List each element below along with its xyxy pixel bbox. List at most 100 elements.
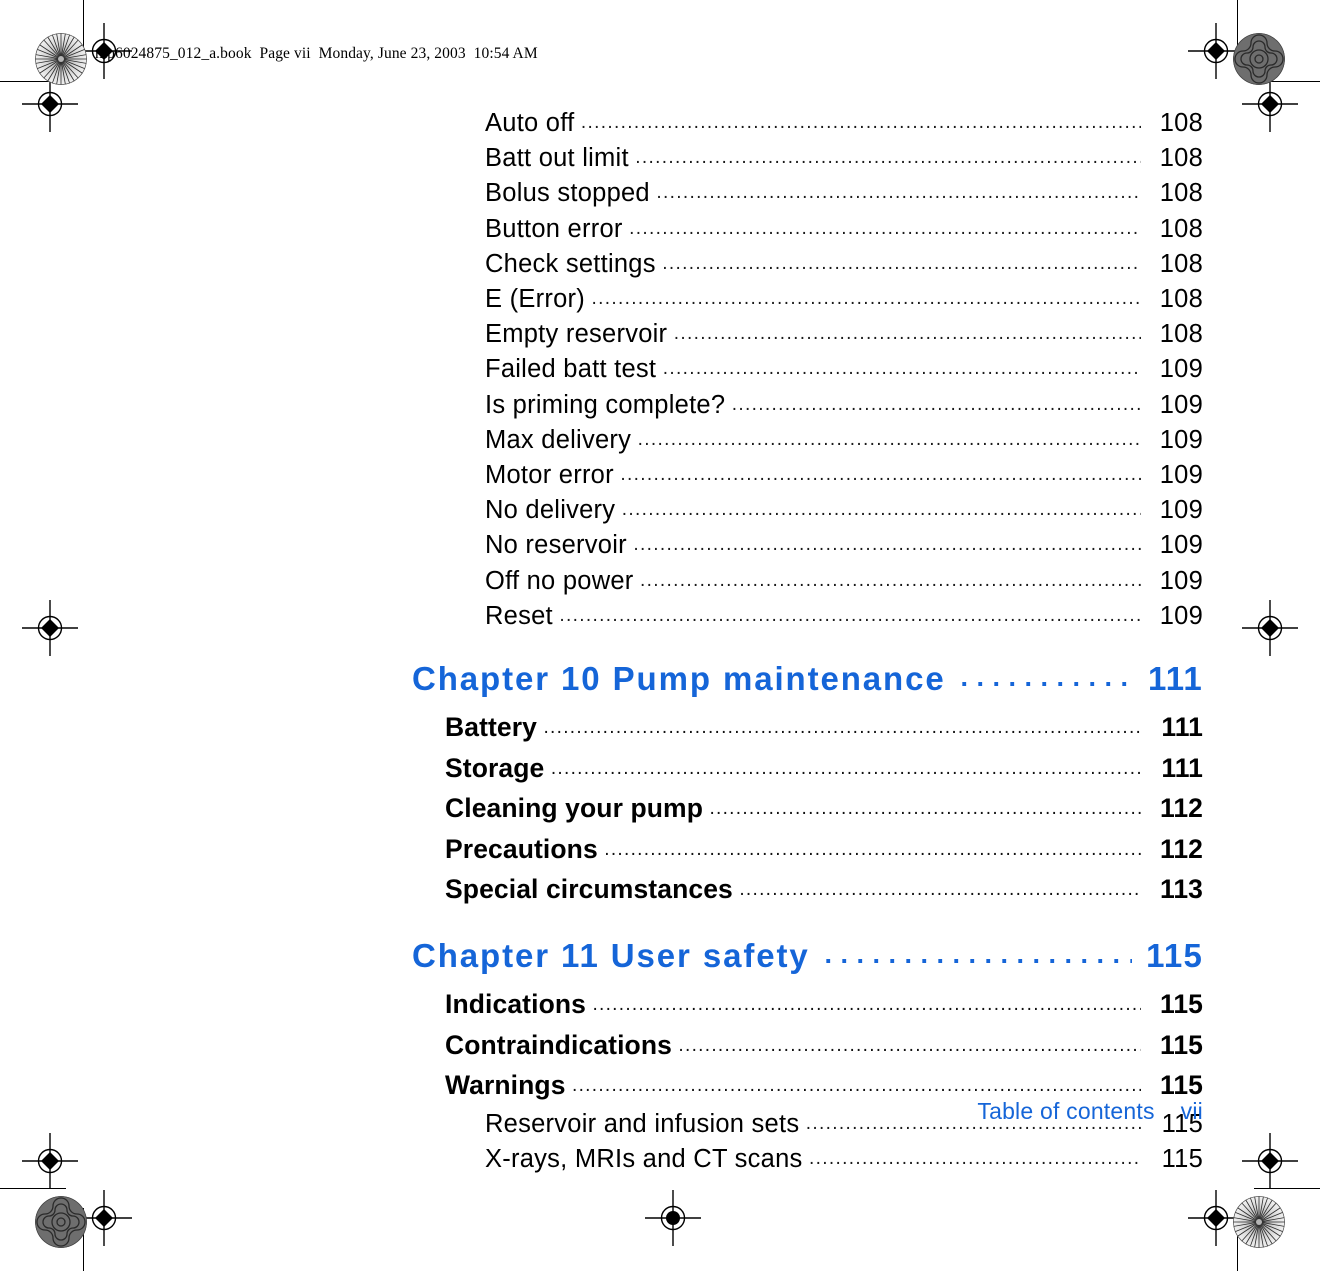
dot-leader: ........................................… xyxy=(731,393,1142,415)
moire-density-target-bottom-left xyxy=(35,1196,87,1248)
toc-entry-alert[interactable]: Off no power............................… xyxy=(0,565,1320,600)
dot-leader: ........................................… xyxy=(635,147,1142,169)
chapter-10-heading-slot: Chapter 10 Pump maintenance.............… xyxy=(0,658,1320,702)
dot-leader: ........................................… xyxy=(550,757,1142,779)
toc-chapter-11[interactable]: Chapter 11 User safety..................… xyxy=(0,935,1320,979)
toc-entry-alert-label: Reset xyxy=(485,601,553,630)
toc-entry-alert[interactable]: E (Error)...............................… xyxy=(0,283,1320,318)
toc-entry-alert-label: Auto off xyxy=(485,109,575,137)
toc-entry-section-page-number: 115 xyxy=(1159,1029,1203,1060)
table-of-contents: Auto off................................… xyxy=(0,0,1320,1179)
toc-entry-alert-page-number: 108 xyxy=(1159,214,1203,243)
toc-entry-section-label: Precautions xyxy=(445,833,598,864)
toc-entry-section-page-number: 111 xyxy=(1161,712,1203,743)
toc-entry-alert[interactable]: Empty reservoir.........................… xyxy=(0,318,1320,353)
dot-leader: ........................................… xyxy=(604,838,1141,860)
dot-leader: ........................................… xyxy=(739,879,1141,901)
toc-entry-alert[interactable]: Max delivery............................… xyxy=(0,424,1320,459)
toc-entry-section[interactable]: Cleaning your pump......................… xyxy=(0,790,1320,831)
toc-entry-section[interactable]: Indications.............................… xyxy=(0,986,1320,1027)
toc-entry-alert-label: No delivery xyxy=(485,496,616,525)
toc-entry-subsection[interactable]: X-rays, MRIs and CT scans...............… xyxy=(0,1143,1320,1178)
toc-entry-section-page-number: 112 xyxy=(1159,833,1203,864)
toc-entry-alert-label: Button error xyxy=(485,214,623,243)
toc-entry-alert-page-number: 108 xyxy=(1159,249,1203,278)
dot-leader: ........................................… xyxy=(656,182,1142,204)
toc-entry-alert-label: Is priming complete? xyxy=(485,390,726,419)
moire-density-target-bottom-right xyxy=(1233,1196,1285,1248)
toc-entry-alert-page-number: 109 xyxy=(1159,425,1203,454)
toc-entry-alert-page-number: 108 xyxy=(1159,144,1203,173)
toc-entry-section-label: Storage xyxy=(445,752,545,783)
dot-leader: ........................................… xyxy=(637,428,1142,450)
toc-entry-alert-page-number: 109 xyxy=(1159,531,1203,560)
toc-entry-subsection-label: X-rays, MRIs and CT scans xyxy=(485,1145,803,1174)
chapter-10-section-list: Battery.................................… xyxy=(0,709,1320,912)
toc-entry-alert[interactable]: No reservoir............................… xyxy=(0,529,1320,564)
toc-entry-subsection-label: Reservoir and infusion sets xyxy=(485,1109,800,1138)
dot-leader: ........................................… xyxy=(639,569,1142,591)
toc-entry-section[interactable]: Special circumstances...................… xyxy=(0,871,1320,912)
toc-entry-alert[interactable]: Auto off................................… xyxy=(0,107,1320,142)
dot-leader: ........................................… xyxy=(633,534,1142,556)
toc-entry-alert-page-number: 109 xyxy=(1159,496,1203,525)
toc-entry-alert[interactable]: No delivery.............................… xyxy=(0,494,1320,529)
chapter-11-heading-slot: Chapter 11 User safety..................… xyxy=(0,935,1320,979)
toc-entry-section-page-number: 111 xyxy=(1161,752,1203,783)
toc-entry-alert[interactable]: Motor error.............................… xyxy=(0,459,1320,494)
toc-entry-section[interactable]: Contraindications.......................… xyxy=(0,1027,1320,1068)
page-footer: Table of contents vii xyxy=(977,1098,1203,1125)
toc-entry-alert-label: Batt out limit xyxy=(485,144,629,173)
toc-chapter-10-label: Chapter 10 Pump maintenance xyxy=(412,660,946,698)
dot-leader: ........................................… xyxy=(678,1034,1141,1056)
toc-entry-section-label: Special circumstances xyxy=(445,874,733,905)
toc-entry-alert-label: Empty reservoir xyxy=(485,320,668,349)
toc-chapter-10[interactable]: Chapter 10 Pump maintenance.............… xyxy=(0,658,1320,702)
dot-leader: ........................................… xyxy=(808,1148,1141,1170)
toc-entry-alert[interactable]: Is priming complete?....................… xyxy=(0,389,1320,424)
toc-entry-alert[interactable]: Batt out limit..........................… xyxy=(0,142,1320,177)
toc-entry-alert[interactable]: Failed batt test........................… xyxy=(0,353,1320,388)
toc-entry-alert-page-number: 108 xyxy=(1159,109,1203,137)
dot-leader: ........................................… xyxy=(559,604,1141,626)
dot-leader: ........................................ xyxy=(960,662,1132,693)
toc-entry-alert-page-number: 109 xyxy=(1159,390,1203,419)
toc-entry-section-label: Battery xyxy=(445,712,538,743)
toc-entry-subsection-page-number: 115 xyxy=(1161,1145,1203,1174)
toc-entry-section[interactable]: Precautions.............................… xyxy=(0,831,1320,872)
toc-entry-section-page-number: 112 xyxy=(1159,793,1203,824)
toc-entry-section[interactable]: Storage.................................… xyxy=(0,750,1320,791)
toc-entry-alert[interactable]: Check settings..........................… xyxy=(0,248,1320,283)
toc-entry-alert-label: Bolus stopped xyxy=(485,179,650,208)
toc-entry-section-label: Warnings xyxy=(445,1070,566,1101)
spacer-before-chapter-11 xyxy=(0,912,1320,935)
toc-entry-alert-label: Motor error xyxy=(485,461,614,490)
footer-title: Table of contents xyxy=(977,1098,1155,1124)
toc-entry-alert-label: Off no power xyxy=(485,566,634,595)
toc-entry-alert[interactable]: Button error............................… xyxy=(0,213,1320,248)
toc-entry-section-label: Cleaning your pump xyxy=(445,793,703,824)
spacer-after-chapter-11-heading xyxy=(0,979,1320,986)
toc-entry-section[interactable]: Battery.................................… xyxy=(0,709,1320,750)
dot-leader: ........................................… xyxy=(591,288,1142,310)
dot-leader: ........................................… xyxy=(662,252,1142,274)
toc-chapter-11-label: Chapter 11 User safety xyxy=(412,937,810,975)
toc-entry-alert[interactable]: Bolus stopped...........................… xyxy=(0,177,1320,212)
toc-entry-alert-page-number: 109 xyxy=(1159,355,1203,384)
dot-leader: ........................................ xyxy=(824,939,1133,970)
dot-leader: ........................................… xyxy=(543,717,1141,739)
toc-entry-section-page-number: 115 xyxy=(1159,989,1203,1020)
dot-leader: ........................................… xyxy=(709,798,1141,820)
toc-entry-alert-page-number: 109 xyxy=(1159,461,1203,490)
dot-leader: ........................................… xyxy=(621,499,1142,521)
toc-chapter-11-page-number: 115 xyxy=(1146,937,1203,975)
spacer-after-chapter-10-heading xyxy=(0,702,1320,709)
dot-leader: ........................................… xyxy=(629,217,1142,239)
alert-message-entry-list: Auto off................................… xyxy=(0,107,1320,635)
toc-entry-alert-label: Max delivery xyxy=(485,425,632,454)
footer-page-number: vii xyxy=(1180,1098,1203,1124)
toc-chapter-10-page-number: 111 xyxy=(1147,660,1203,698)
toc-entry-alert[interactable]: Reset...................................… xyxy=(0,600,1320,635)
toc-entry-alert-page-number: 109 xyxy=(1159,601,1203,630)
toc-entry-alert-page-number: 109 xyxy=(1159,566,1203,595)
